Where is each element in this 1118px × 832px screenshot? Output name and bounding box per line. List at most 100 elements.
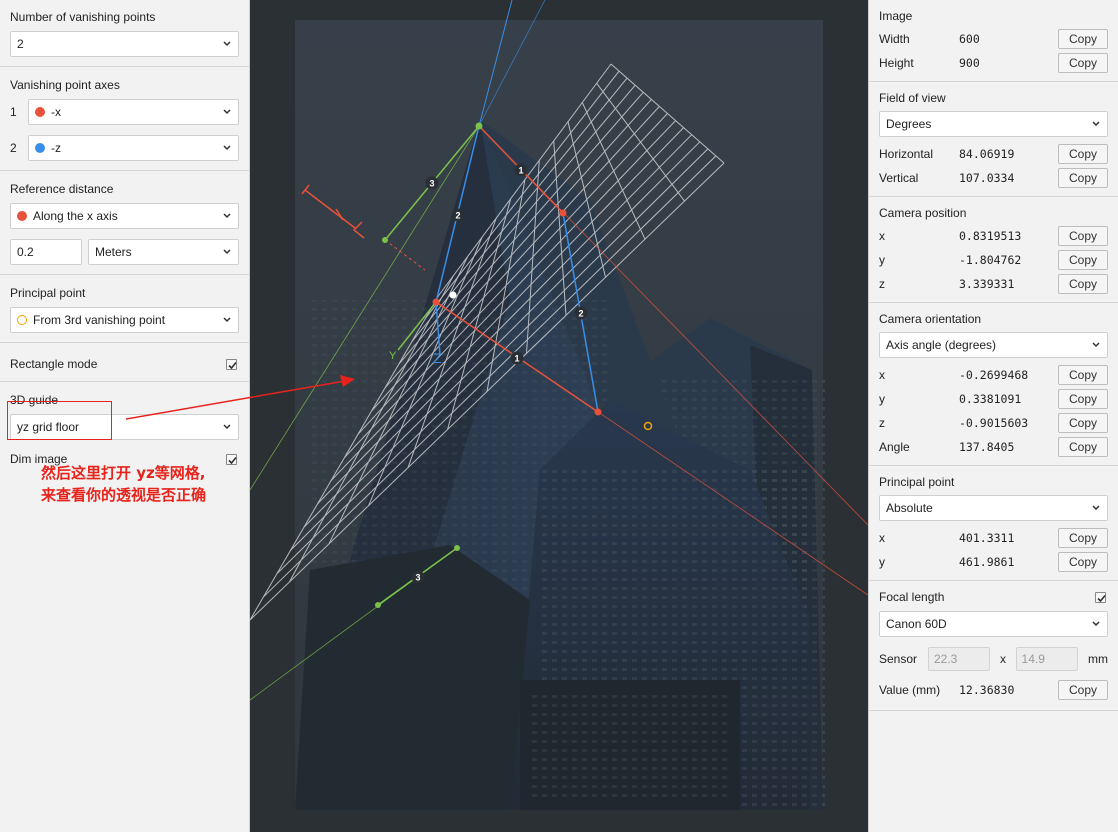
field-label: Value (mm) [879,683,941,697]
badge-z-2b: 2 [574,306,588,320]
orientation-y-row: y 0.3381091 Copy [879,387,1108,411]
chevron-down-icon [223,249,231,255]
svg-text:3: 3 [429,179,434,189]
focal-length-checkbox[interactable] [1095,591,1106,603]
copy-button[interactable]: Copy [1058,365,1108,385]
copy-button[interactable]: Copy [1058,437,1108,457]
section-field-of-view: Field of view Degrees Horizontal 84.0691… [869,82,1118,197]
principal-point-x-row: x 401.3311 Copy [879,526,1108,550]
badge-x-1a: 1 [514,163,528,177]
image-height-row: Height 900 Copy [879,51,1108,75]
rectangle-mode-checkbox[interactable] [226,358,237,370]
red-dot-icon [17,211,27,221]
section-title: Principal point [10,286,86,300]
photo-image [295,20,825,810]
section-focal-length: Focal length Canon 60D Sensor 22.3 x 14.… [869,581,1118,711]
control-point [382,237,388,243]
field-value: 0.3381091 [959,392,1022,406]
section-reference-distance: Reference distance Along the x axis 0.2 … [0,171,249,275]
svg-text:1: 1 [518,166,523,176]
svg-text:3: 3 [415,573,420,583]
field-label: Height [879,56,914,70]
select-value: Degrees [886,117,932,131]
section-number-of-vanishing-points: Number of vanishing points 2 [0,0,249,67]
red-dot-icon [35,107,45,117]
copy-button[interactable]: Copy [1058,528,1108,548]
blue-dot-icon [35,143,45,153]
badge-y-3a: 3 [425,176,439,190]
copy-button[interactable]: Copy [1058,226,1108,246]
select-value: Meters [95,245,132,259]
copy-button[interactable]: Copy [1058,250,1108,270]
copy-button[interactable]: Copy [1058,144,1108,164]
svg-text:1: 1 [514,354,519,364]
field-value: 12.36830 [959,683,1015,697]
field-value: 0.8319513 [959,229,1022,243]
copy-button[interactable]: Copy [1058,274,1108,294]
copy-button[interactable]: Copy [1058,29,1108,49]
annotation-line-2: 来查看你的透视是否正确 [41,486,207,504]
orientation-z-row: z -0.9015603 Copy [879,411,1108,435]
orientation-mode-select[interactable]: Axis angle (degrees) [879,332,1108,358]
copy-button[interactable]: Copy [1058,552,1108,572]
axis-label-z: Z [433,350,442,366]
section-title: Image [879,9,913,23]
control-point [475,122,483,130]
fov-unit-select[interactable]: Degrees [879,111,1108,137]
axis-number: 2 [10,141,17,155]
copy-button[interactable]: Copy [1058,389,1108,409]
principal-point-mode-select[interactable]: Absolute [879,495,1108,521]
field-label: Horizontal [879,147,934,161]
field-value: -1.804762 [959,253,1022,267]
sensor-separator: x [999,652,1006,666]
field-label: x [879,368,885,382]
field-value: 900 [959,56,980,70]
vanishing-points-select[interactable]: 2 [10,31,239,57]
axis-row-2: 2 -z [10,135,239,161]
sensor-row: Sensor 22.3 x 14.9 mm [879,646,1108,672]
field-label: z [879,416,885,430]
copy-button[interactable]: Copy [1058,53,1108,73]
chevron-down-icon [223,145,231,151]
sensor-width-input[interactable]: 22.3 [927,647,991,671]
select-value: Axis angle (degrees) [886,338,997,352]
perspective-canvas[interactable]: Z Y 1 1 2 2 3 3 [250,0,868,832]
chevron-down-icon [223,317,231,323]
field-label: y [879,555,885,569]
reference-axis-select[interactable]: Along the x axis [10,203,239,229]
dim-image-checkbox[interactable] [226,453,237,465]
field-label: x [879,229,885,243]
field-label: Vertical [879,171,919,185]
chevron-down-icon [1092,342,1100,348]
orientation-x-row: x -0.2699468 Copy [879,363,1108,387]
axis-2-select[interactable]: -z [28,135,239,161]
select-value: 2 [17,37,24,51]
reference-distance-input[interactable]: 0.2 [10,239,82,265]
field-label: y [879,253,885,267]
camera-preset-select[interactable]: Canon 60D [879,611,1108,637]
fov-horizontal-row: Horizontal 84.06919 Copy [879,142,1108,166]
sensor-height-input[interactable]: 14.9 [1015,647,1078,671]
section-title: Reference distance [10,182,114,196]
checkmark-icon [1097,594,1106,602]
unit-select[interactable]: Meters [88,239,239,265]
focal-length-header: Focal length [879,590,1108,604]
right-results-panel: Image Width 600 Copy Height 900 Copy Fie… [868,0,1118,832]
select-value: Canon 60D [886,617,947,631]
axis-1-select[interactable]: -x [28,99,239,125]
principal-point-select[interactable]: From 3rd vanishing point [10,307,239,333]
field-label: y [879,392,885,406]
field-label: Angle [879,440,910,454]
section-title: Principal point [879,475,955,489]
camera-position-y-row: y -1.804762 Copy [879,248,1108,272]
rectangle-mode-label: Rectangle mode [10,357,98,371]
camera-position-z-row: z 3.339331 Copy [879,272,1108,296]
fov-vertical-row: Vertical 107.0334 Copy [879,166,1108,190]
field-value: 84.06919 [959,147,1015,161]
canvas-area[interactable]: Z Y 1 1 2 2 3 3 [250,0,868,832]
copy-button[interactable]: Copy [1058,413,1108,433]
copy-button[interactable]: Copy [1058,680,1108,700]
field-value: 600 [959,32,980,46]
annotation-line-1: 然后这里打开 yz等网格, [41,464,206,482]
copy-button[interactable]: Copy [1058,168,1108,188]
